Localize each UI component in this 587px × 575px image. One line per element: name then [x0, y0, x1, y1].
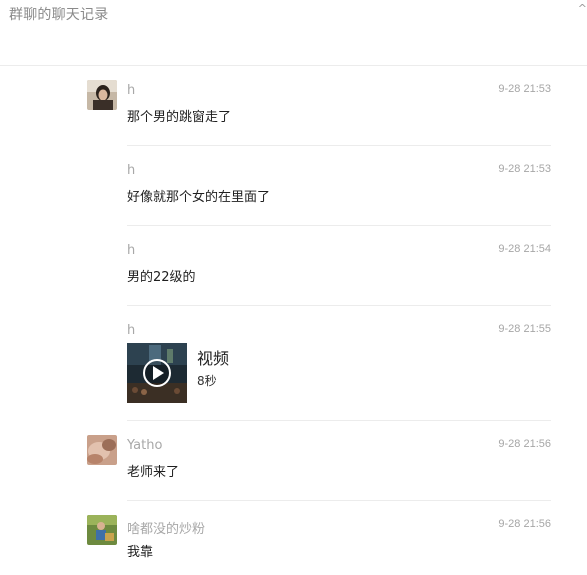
message-text: 老师来了: [127, 465, 180, 480]
message-text: 好像就那个女的在里面了: [127, 190, 271, 205]
message-text: 男的22级的: [127, 270, 196, 285]
message-time: 9-28 21:56: [498, 518, 551, 530]
avatar-outdoor-icon: [87, 515, 117, 545]
video-duration: 8秒: [197, 374, 217, 388]
message-divider: [127, 305, 551, 306]
message-time: 9-28 21:56: [498, 438, 551, 450]
video-preview: [127, 343, 187, 403]
sender-name[interactable]: h: [127, 83, 135, 98]
collapse-icon[interactable]: ^: [578, 2, 587, 15]
message-text: 我靠: [127, 545, 154, 560]
message-time: 9-28 21:54: [498, 243, 551, 255]
sender-name[interactable]: 啥都没的炒粉: [127, 518, 205, 537]
video-label[interactable]: 视频: [197, 345, 229, 369]
avatar-blur-icon: [87, 435, 117, 465]
avatar-girl-icon: [87, 80, 117, 110]
message-divider: [127, 225, 551, 226]
video-thumbnail[interactable]: [127, 343, 187, 403]
message-divider: [127, 145, 551, 146]
sender-name[interactable]: h: [127, 163, 135, 178]
message-time: 9-28 21:55: [498, 323, 551, 335]
avatar[interactable]: [87, 515, 117, 545]
message-text: 那个男的跳窗走了: [127, 110, 232, 125]
message-time: 9-28 21:53: [498, 163, 551, 175]
sender-name[interactable]: h: [127, 243, 135, 258]
header-divider: [0, 65, 587, 66]
message-divider: [127, 500, 551, 501]
message-time: 9-28 21:53: [498, 83, 551, 95]
sender-name[interactable]: h: [127, 323, 135, 338]
avatar[interactable]: [87, 435, 117, 465]
window-title: 群聊的聊天记录: [9, 7, 109, 23]
message-divider: [127, 420, 551, 421]
sender-name[interactable]: Yatho: [127, 438, 162, 453]
avatar[interactable]: [87, 80, 117, 110]
